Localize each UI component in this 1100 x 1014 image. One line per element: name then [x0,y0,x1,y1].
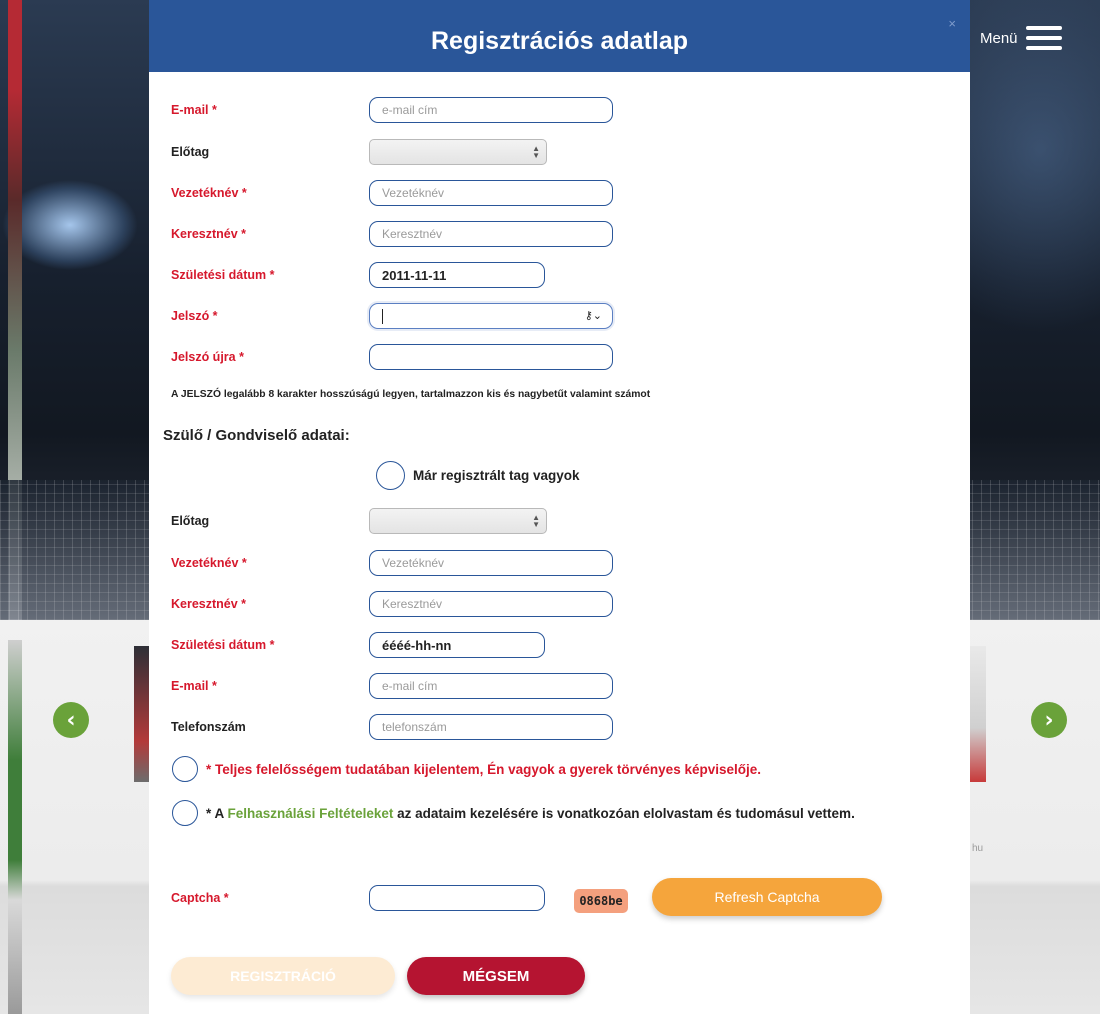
last-name-input[interactable] [369,180,613,206]
guardian-last-name-row: Vezetéknév * [171,550,970,578]
modal-title: Regisztrációs adatlap [430,26,689,55]
password-row: Jelszó * ⚷⌄ [171,303,970,331]
terms-radio[interactable] [172,800,198,826]
captcha-label: Captcha * [171,891,229,905]
menu-label: Menü [980,29,1018,47]
birth-date-input[interactable] [369,262,545,288]
email-input[interactable] [369,97,613,123]
guardian-birth-date-input[interactable] [369,632,545,658]
already-member-radio[interactable] [376,461,405,490]
key-icon[interactable]: ⚷⌄ [585,309,602,322]
already-member-label: Már regisztrált tag vagyok [413,468,580,483]
chevron-left-icon: ‹ [66,707,76,733]
text-caret [382,309,383,324]
responsibility-radio[interactable] [172,756,198,782]
select-arrows-icon: ▲ ▼ [532,144,540,160]
email-row: E-mail * [171,97,970,125]
flag-strip-lower [8,640,22,1014]
terms-consent[interactable]: * A Felhasználási Feltételeket az adatai… [172,800,855,826]
responsibility-label: * Teljes felelősségem tudatában kijelent… [206,761,761,777]
guardian-section-title: Szülő / Gondviselő adatai: [163,427,350,444]
chevron-right-icon: › [1044,707,1054,733]
prefix-select[interactable]: ▲ ▼ [369,139,547,165]
terms-link[interactable]: Felhasználási Feltételeket [228,806,394,821]
password-again-label: Jelszó újra * [171,350,244,364]
guardian-last-name-input[interactable] [369,550,613,576]
guardian-phone-input[interactable] [369,714,613,740]
prefix-row: Előtag ▲ ▼ [171,139,970,167]
guardian-email-input[interactable] [369,673,613,699]
registration-modal: Regisztrációs adatlap × E-mail * Előtag … [149,0,970,1014]
first-name-input[interactable] [369,221,613,247]
responsibility-consent[interactable]: * Teljes felelősségem tudatában kijelent… [172,756,761,782]
close-button[interactable]: × [948,16,956,31]
already-member-option[interactable]: Már regisztrált tag vagyok [376,461,580,490]
menu-button[interactable]: Menü [980,26,1062,50]
last-name-label: Vezetéknév * [171,186,247,200]
birth-date-label: Születési dátum * [171,268,275,282]
select-arrows-icon: ▲ ▼ [532,513,540,529]
first-name-label: Keresztnév * [171,227,247,241]
guardian-phone-label: Telefonszám [171,720,246,734]
refresh-captcha-button[interactable]: Refresh Captcha [652,878,882,916]
guardian-birth-date-row: Születési dátum * [171,632,970,660]
cancel-button[interactable]: MÉGSEM [407,957,585,995]
hamburger-icon [1025,26,1062,50]
guardian-birth-date-label: Születési dátum * [171,638,275,652]
guardian-prefix-row: Előtag ▲ ▼ [171,508,970,536]
guardian-email-row: E-mail * [171,673,970,701]
guardian-first-name-input[interactable] [369,591,613,617]
password-hint: A JELSZÓ legalább 8 karakter hosszúságú … [171,389,651,400]
guardian-email-label: E-mail * [171,679,217,693]
guardian-prefix-select[interactable]: ▲ ▼ [369,508,547,534]
close-icon: × [948,16,956,31]
password-input[interactable]: ⚷⌄ [369,303,613,329]
prefix-label: Előtag [171,145,210,159]
guardian-first-name-row: Keresztnév * [171,591,970,619]
first-name-row: Keresztnév * [171,221,970,249]
guardian-phone-row: Telefonszám [171,714,970,742]
guardian-last-name-label: Vezetéknév * [171,556,247,570]
url-fragment: hu [972,843,984,854]
email-label: E-mail * [171,103,217,117]
birth-date-row: Születési dátum * [171,262,970,290]
slider-prev-button[interactable]: ‹ [53,702,89,738]
captcha-image: 0868be [574,889,628,913]
last-name-row: Vezetéknév * [171,180,970,208]
captcha-input[interactable] [369,885,545,911]
password-label: Jelszó * [171,309,218,323]
slider-next-button[interactable]: › [1031,702,1067,738]
terms-prefix: * A [206,805,224,821]
modal-header: Regisztrációs adatlap × [149,0,970,72]
terms-label: * A Felhasználási Feltételeket az adatai… [206,806,855,821]
password-again-row: Jelszó újra * [171,344,970,372]
slider-card-right[interactable] [968,646,986,782]
terms-suffix: az adataim kezelésére is vonatkozóan elo… [397,805,855,821]
guardian-prefix-label: Előtag [171,514,210,528]
password-again-input[interactable] [369,344,613,370]
register-button[interactable]: REGISZTRÁCIÓ [171,957,395,995]
guardian-first-name-label: Keresztnév * [171,597,247,611]
